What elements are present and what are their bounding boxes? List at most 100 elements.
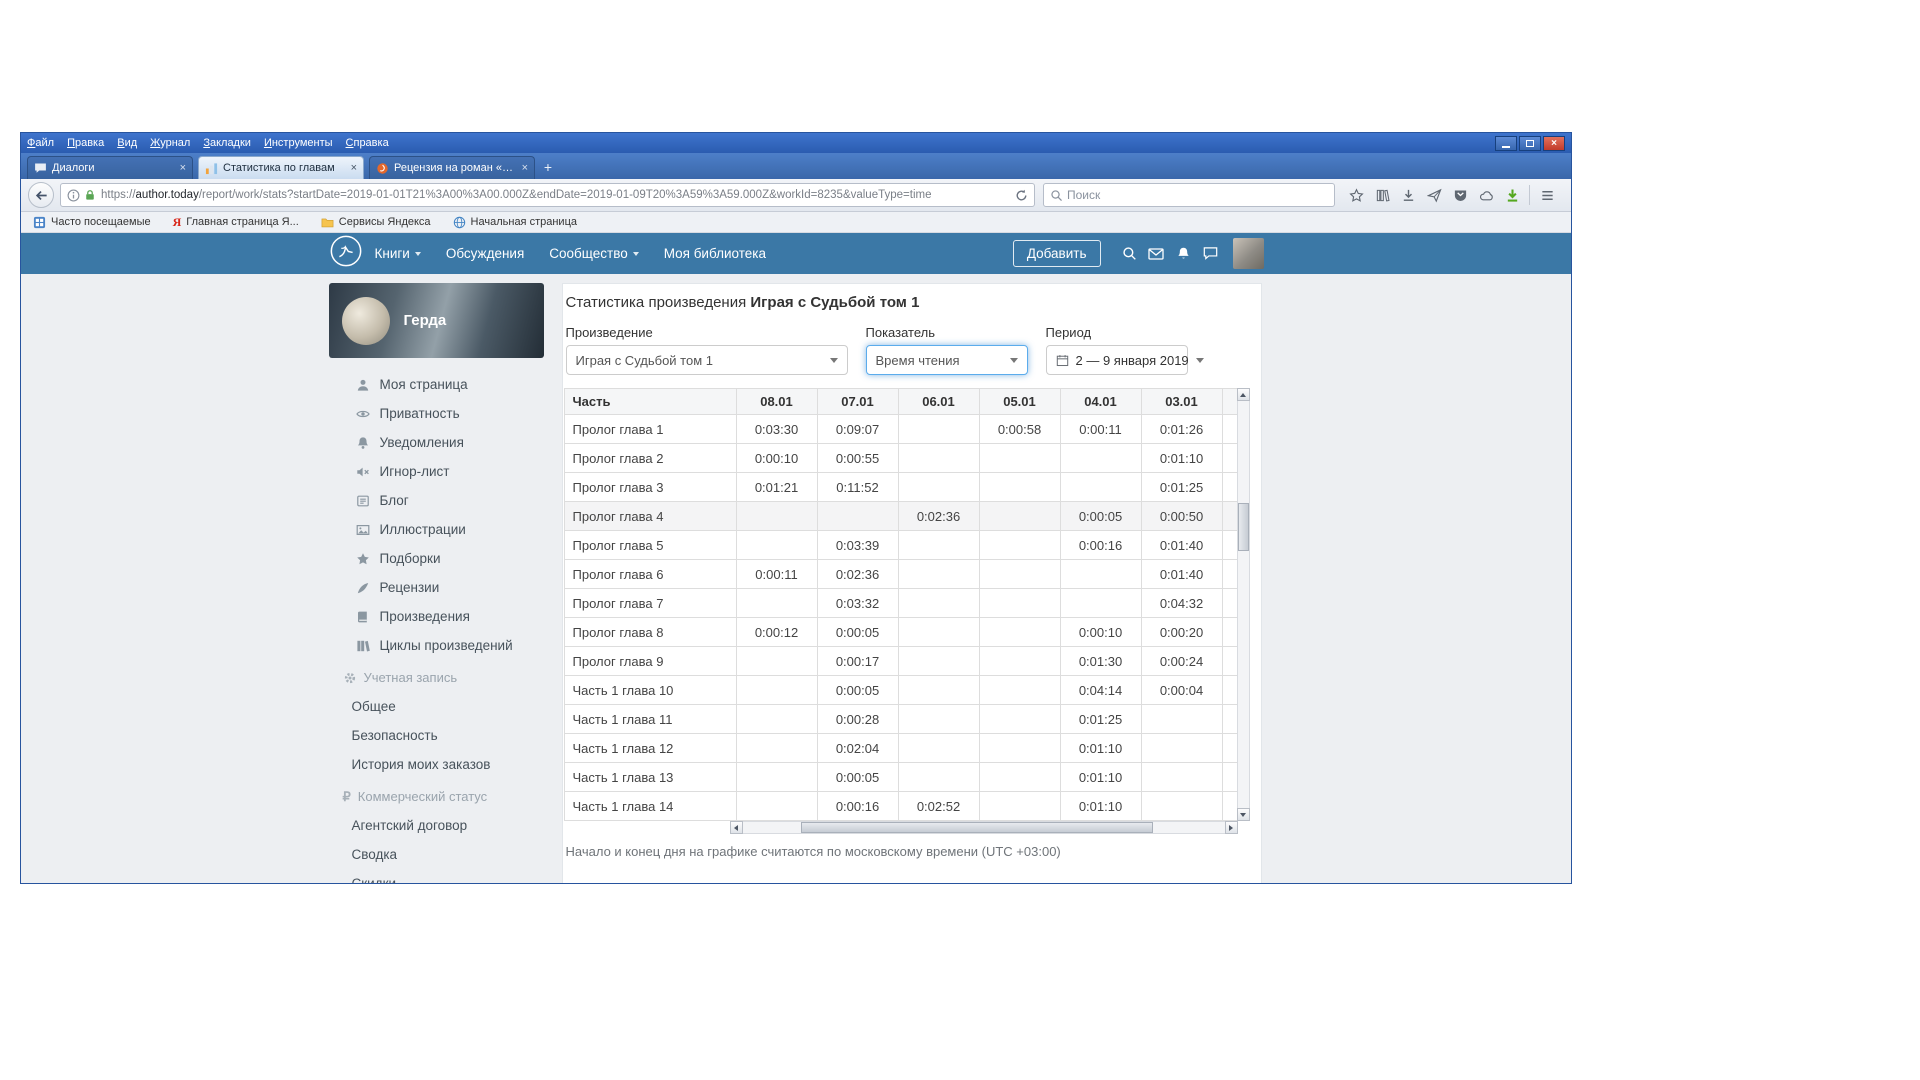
bookmark-item[interactable]: ЯГлавная страница Я... (173, 215, 299, 230)
sidebar: Герда Моя страница ПриватностьУведомления… (329, 283, 544, 883)
vertical-scroll-thumb[interactable] (1238, 503, 1249, 551)
horizontal-scrollbar[interactable] (730, 821, 1238, 834)
time-cell (1223, 734, 1237, 763)
time-cell (980, 531, 1061, 560)
work-select[interactable]: Играя с Судьбой том 1 (566, 345, 848, 375)
sidebar-item[interactable]: Агентский договор (329, 811, 544, 840)
scroll-down-button[interactable] (1237, 808, 1250, 821)
browser-tab[interactable]: Статистика по главам× (198, 156, 364, 179)
bookmark-star-icon[interactable] (1343, 182, 1369, 208)
page-info-icon[interactable] (67, 189, 80, 202)
time-cell: 0:02:36 (818, 560, 899, 589)
time-cell: 0:02:52 (899, 792, 980, 821)
pocket-icon[interactable] (1447, 182, 1473, 208)
search-bar[interactable] (1043, 183, 1335, 207)
sidebar-item[interactable]: Сводка (329, 840, 544, 869)
restore-button[interactable] (1519, 136, 1541, 151)
site-nav-link[interactable]: Сообщество (549, 246, 638, 261)
reload-icon[interactable] (1015, 189, 1028, 202)
menu-item[interactable]: Закладки (203, 137, 251, 149)
work-filter: Произведение Играя с Судьбой том 1 (566, 325, 848, 375)
scroll-left-button[interactable] (730, 821, 743, 834)
menu-item[interactable]: Инструменты (264, 137, 333, 149)
time-cell (980, 676, 1061, 705)
hamburger-menu-icon[interactable] (1534, 182, 1560, 208)
site-nav-link[interactable]: Обсуждения (446, 246, 524, 261)
time-cell: 0:01:10 (1142, 444, 1223, 473)
notifications-bell-icon[interactable] (1170, 240, 1197, 267)
horizontal-scroll-thumb[interactable] (801, 822, 1153, 833)
sidebar-item[interactable]: Общее (329, 692, 544, 721)
sidebar-item-label: Моя страница (380, 377, 468, 392)
time-cell (1223, 502, 1237, 531)
metric-select[interactable]: Время чтения (866, 345, 1028, 375)
menu-items: Файл Правка Вид Журнал Закладки Инструменты Сп… (27, 137, 402, 149)
time-cell (1142, 705, 1223, 734)
table-row: 0:00:280:01:25 (737, 705, 1237, 734)
close-button[interactable]: × (1543, 136, 1565, 151)
sidebar-item[interactable]: Подборки (329, 544, 544, 573)
messages-icon[interactable] (1143, 240, 1170, 267)
scroll-right-button[interactable] (1225, 821, 1238, 834)
sidebar-item[interactable]: Иллюстрации (329, 515, 544, 544)
time-cell: 0:00:58 (980, 415, 1061, 444)
menu-item[interactable]: Справка (346, 137, 389, 149)
profile-card[interactable]: Герда (329, 283, 544, 358)
url-scheme: https:// (101, 189, 136, 201)
sidebar-item[interactable]: Игнор-лист (329, 457, 544, 486)
scroll-up-button[interactable] (1237, 388, 1250, 401)
sidebar-item[interactable]: Безопасность (329, 721, 544, 750)
tab-close-icon[interactable]: × (180, 162, 186, 174)
send-tab-icon[interactable] (1421, 182, 1447, 208)
search-input[interactable] (1067, 188, 1328, 202)
sidebar-item[interactable]: Приватность (329, 399, 544, 428)
sidebar-item[interactable]: Рецензии (329, 573, 544, 602)
sidebar-item-label: Произведения (380, 609, 470, 624)
sidebar-item[interactable]: Блог (329, 486, 544, 515)
site-search-icon[interactable] (1116, 240, 1143, 267)
chat-tab-icon (34, 162, 47, 175)
site-logo[interactable] (329, 234, 363, 273)
user-avatar[interactable] (1233, 238, 1264, 269)
tab-close-icon[interactable]: × (351, 162, 357, 174)
menu-item[interactable]: Вид (117, 137, 137, 149)
bookmark-item[interactable]: Часто посещаемые (33, 216, 151, 229)
time-cell: 0:00:17 (818, 647, 899, 676)
minimize-button[interactable] (1495, 136, 1517, 151)
time-cell: 0:01:10 (1061, 763, 1142, 792)
bookmark-item[interactable]: Сервисы Яндекса (321, 216, 431, 229)
menu-item[interactable]: Файл (27, 137, 54, 149)
sidebar-item[interactable]: Циклы произведений (329, 631, 544, 660)
sidebar-item[interactable]: История моих заказов (329, 750, 544, 779)
site-nav-link[interactable]: Книги (375, 246, 421, 261)
back-button[interactable] (28, 182, 54, 208)
time-cell (980, 647, 1061, 676)
sidebar-item[interactable]: Моя страница (329, 370, 544, 399)
comments-icon[interactable] (1197, 240, 1224, 267)
sidebar-item[interactable]: Скидки (329, 869, 544, 883)
library-icon[interactable] (1369, 182, 1395, 208)
downloads-icon[interactable] (1395, 182, 1421, 208)
save-video-icon[interactable] (1499, 182, 1525, 208)
tabs: Диалоги×Статистика по главам×Рецензия на… (27, 156, 535, 179)
tab-close-icon[interactable]: × (522, 162, 528, 174)
bookmark-item[interactable]: Начальная страница (453, 216, 577, 229)
cloud-sync-icon[interactable] (1473, 182, 1499, 208)
time-cell: 0:01:30 (1061, 647, 1142, 676)
time-cell (980, 734, 1061, 763)
browser-tab[interactable]: Рецензия на роман «Играя с...× (369, 156, 535, 179)
browser-tab[interactable]: Диалоги× (27, 156, 193, 179)
period-select[interactable]: 2 — 9 января 2019 (1046, 345, 1188, 375)
add-button[interactable]: Добавить (1013, 240, 1101, 267)
time-cell (818, 502, 899, 531)
menu-item[interactable]: Журнал (150, 137, 190, 149)
url-bar[interactable]: https://author.today/report/work/stats?s… (60, 183, 1035, 207)
vertical-scrollbar[interactable] (1237, 388, 1250, 821)
site-nav-link[interactable]: Моя библиотека (664, 246, 766, 261)
chapter-cell: Пролог глава 5 (564, 531, 737, 560)
sidebar-item[interactable]: Уведомления (329, 428, 544, 457)
sidebar-section-header: ₽Коммерческий статус (329, 782, 544, 811)
sidebar-item[interactable]: Произведения (329, 602, 544, 631)
menu-item[interactable]: Правка (67, 137, 104, 149)
new-tab-button[interactable]: + (535, 158, 561, 179)
